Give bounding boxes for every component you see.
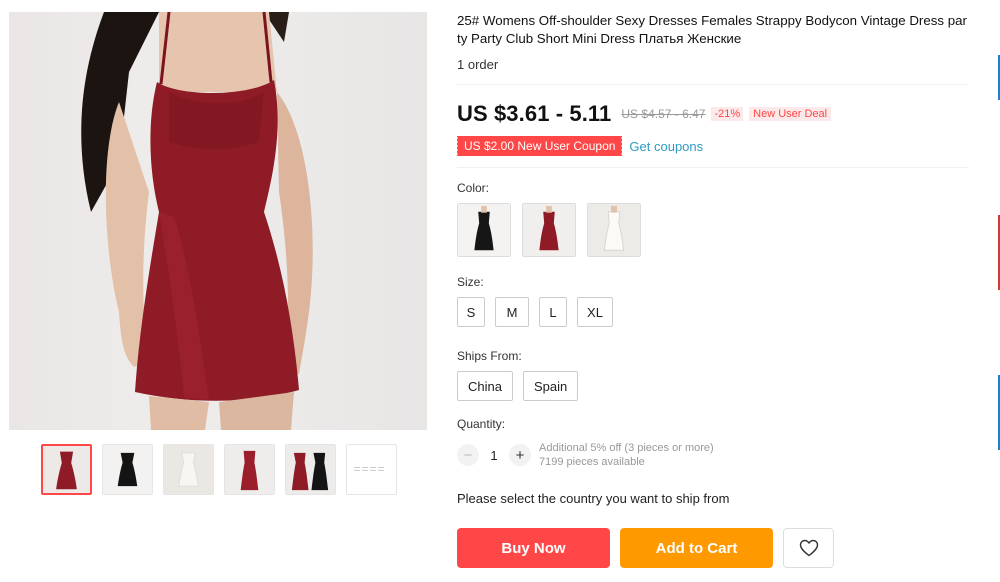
size-option-m[interactable]: M xyxy=(495,297,529,327)
thumbnail-white-dress[interactable] xyxy=(163,444,214,495)
ships-from-label: Ships From: xyxy=(457,349,522,363)
heart-icon xyxy=(799,539,818,557)
current-price: US $3.61 - 5.11 xyxy=(457,101,612,126)
order-count: 1 order xyxy=(457,57,499,72)
action-buttons: Buy Now Add to Cart xyxy=(457,528,969,568)
divider xyxy=(457,167,969,168)
size-option-xl[interactable]: XL xyxy=(577,297,613,327)
add-to-cart-button[interactable]: Add to Cart xyxy=(620,528,773,568)
wishlist-button[interactable] xyxy=(783,528,834,568)
color-swatch-black[interactable] xyxy=(457,203,511,257)
quantity-stepper: − 1 + Additional 5% off (3 pieces or mor… xyxy=(457,441,969,469)
stock-available: 7199 pieces available xyxy=(539,456,645,468)
color-label: Color: xyxy=(457,181,490,195)
price-row: US $3.61 - 5.11 US $4.57 - 6.47 -21% New… xyxy=(457,101,969,127)
color-swatches xyxy=(457,203,969,257)
white-dress-icon xyxy=(164,445,213,494)
size-options: S M L XL xyxy=(457,297,969,327)
bulk-discount-note: Additional 5% off (3 pieces or more) xyxy=(539,442,714,454)
thumbnail-red-dress-back[interactable] xyxy=(224,444,275,495)
discount-badge: -21% xyxy=(711,107,744,121)
white-dress-icon xyxy=(588,204,640,256)
buy-now-button[interactable]: Buy Now xyxy=(457,528,610,568)
red-dress-icon xyxy=(43,446,90,493)
main-product-image[interactable] xyxy=(9,12,427,430)
coupon-row: US $2.00 New User Coupon Get coupons xyxy=(455,136,969,156)
size-option-l[interactable]: L xyxy=(539,297,567,327)
get-coupons-link[interactable]: Get coupons xyxy=(629,139,703,154)
size-option-s[interactable]: S xyxy=(457,297,485,327)
thumbnail-black-dress[interactable] xyxy=(102,444,153,495)
thumbnail-red-black-dresses[interactable] xyxy=(285,444,336,495)
red-dress-back-icon xyxy=(225,445,274,494)
thumbnail-red-dress[interactable] xyxy=(41,444,92,495)
new-user-deal-badge: New User Deal xyxy=(749,107,832,121)
color-swatch-red[interactable] xyxy=(522,203,576,257)
product-info: 25# Womens Off-shoulder Sexy Dresses Fem… xyxy=(455,12,969,568)
product-title: 25# Womens Off-shoulder Sexy Dresses Fem… xyxy=(457,13,967,46)
quantity-decrease-button[interactable]: − xyxy=(457,444,479,466)
quantity-value[interactable]: 1 xyxy=(479,448,509,463)
red-black-dresses-icon xyxy=(286,445,335,494)
red-dress-icon xyxy=(523,204,575,256)
color-swatch-white[interactable] xyxy=(587,203,641,257)
size-chart-icon xyxy=(354,467,384,471)
quantity-increase-button[interactable]: + xyxy=(509,444,531,466)
dress-photo xyxy=(81,12,313,430)
thumbnail-size-chart[interactable] xyxy=(346,444,397,495)
shipping-message: Please select the country you want to sh… xyxy=(457,491,730,506)
quantity-label: Quantity: xyxy=(457,417,506,431)
quantity-notes: Additional 5% off (3 pieces or more) 719… xyxy=(539,441,714,469)
divider xyxy=(457,84,969,85)
ships-from-china[interactable]: China xyxy=(457,371,513,401)
black-dress-icon xyxy=(458,204,510,256)
ships-from-options: China Spain xyxy=(457,371,969,401)
size-label: Size: xyxy=(457,275,484,289)
original-price: US $4.57 - 6.47 xyxy=(621,107,706,121)
thumbnail-strip xyxy=(41,444,397,495)
ships-from-spain[interactable]: Spain xyxy=(522,371,579,401)
black-dress-icon xyxy=(103,445,152,494)
new-user-coupon[interactable]: US $2.00 New User Coupon xyxy=(455,136,623,156)
